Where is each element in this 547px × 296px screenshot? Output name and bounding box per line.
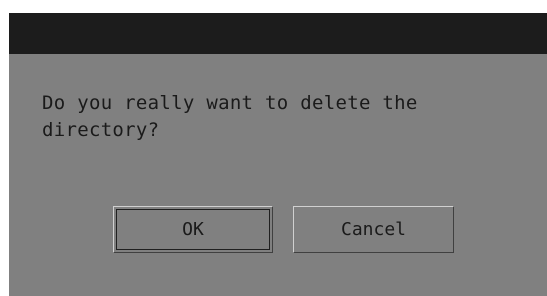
dialog-titlebar[interactable] <box>9 13 547 54</box>
dialog-message: Do you really want to delete the directo… <box>42 92 418 141</box>
ok-button[interactable]: OK <box>113 206 273 253</box>
cancel-button[interactable]: Cancel <box>293 206 454 253</box>
confirm-delete-dialog: Do you really want to delete the directo… <box>9 13 547 296</box>
